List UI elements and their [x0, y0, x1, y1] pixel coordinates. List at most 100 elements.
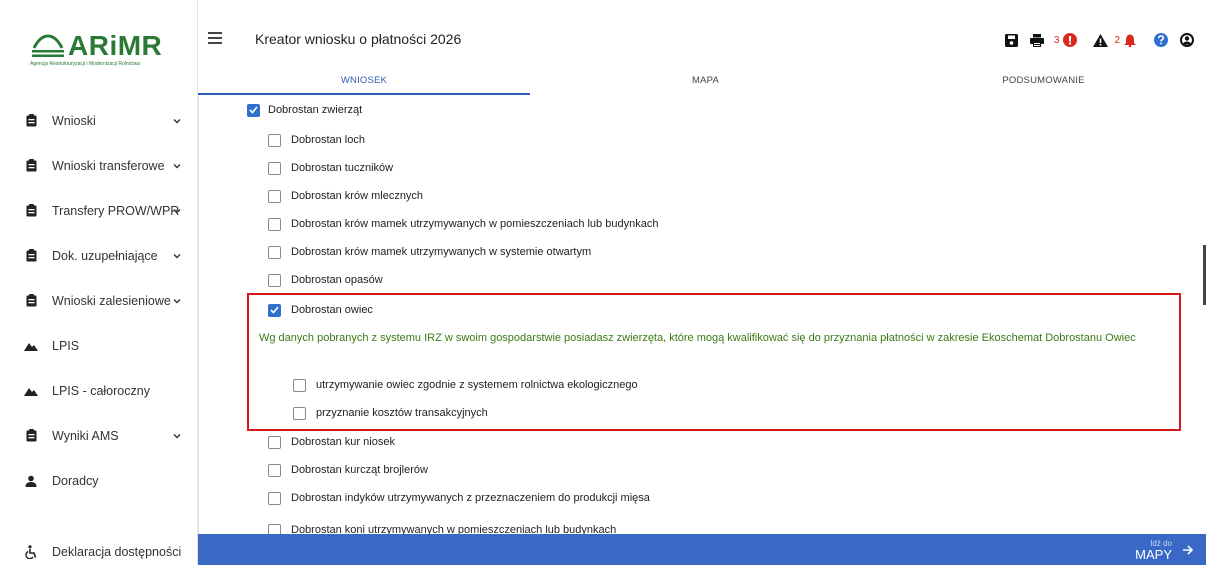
sidebar-item-label: Deklaracja dostępności	[52, 544, 182, 559]
checkbox-dobrostan-krow-mamek-pomieszczenia[interactable]	[268, 217, 281, 231]
tab-mapa[interactable]: MAPA	[530, 66, 881, 95]
form-scroll-area: Dobrostan zwierząt Dobrostan loch Dobros…	[198, 95, 1190, 534]
tab-bar: WNIOSEK MAPA PODSUMOWANIE	[198, 66, 1206, 95]
chevron-down-icon	[173, 118, 181, 123]
clipboard-icon	[24, 429, 38, 443]
toolbar: 3 2	[1004, 30, 1194, 50]
print-button[interactable]	[1029, 30, 1044, 50]
app-window: ARiMR Agencja Restrukturyzacji i Moderni…	[0, 0, 1206, 565]
accessibility-icon	[24, 544, 38, 559]
sidebar-item-wnioski-transferowe[interactable]: Wnioski transferowe	[0, 143, 198, 188]
scrollbar[interactable]	[1190, 95, 1206, 534]
checkbox-row[interactable]: Dobrostan indyków utrzymywanych z przezn…	[268, 489, 650, 507]
checkbox-label: utrzymywanie owiec zgodnie z systemem ro…	[316, 379, 638, 391]
page-title: Kreator wniosku o płatności 2026	[255, 31, 462, 47]
checkbox-dobrostan-loch[interactable]	[268, 133, 281, 147]
errors-button[interactable]: 3	[1054, 30, 1078, 50]
arrow-right-icon	[1183, 545, 1194, 555]
checkbox-row[interactable]: Dobrostan owiec	[268, 301, 373, 319]
checkbox-row[interactable]: przyznanie kosztów transakcyjnych	[293, 404, 488, 422]
checkbox-row[interactable]: Dobrostan koni utrzymywanych w pomieszcz…	[268, 521, 616, 534]
mountain-icon	[24, 384, 38, 398]
help-button[interactable]	[1154, 30, 1168, 50]
tab-wniosek[interactable]: WNIOSEK	[198, 66, 530, 95]
menu-icon[interactable]	[208, 32, 222, 44]
checkbox-dobrostan-kur-niosek[interactable]	[268, 435, 281, 449]
chevron-down-icon	[173, 208, 181, 213]
sidebar-item-label: LPIS - całoroczny	[52, 383, 150, 398]
checkbox-row[interactable]: Dobrostan kur niosek	[268, 433, 395, 451]
error-icon	[1063, 33, 1078, 47]
checkbox-dobrostan-opasow[interactable]	[268, 273, 281, 287]
sidebar-item-label: Wyniki AMS	[52, 428, 119, 443]
sidebar-item-wyniki-ams[interactable]: Wyniki AMS	[0, 413, 198, 458]
sidebar-item-label: Wnioski zalesieniowe	[52, 293, 171, 308]
sidebar-item-lpis-caloroczny[interactable]: LPIS - całoroczny	[0, 368, 198, 413]
warnings-count: 2	[1114, 34, 1120, 46]
checkbox-dobrostan-krow-mamek-otwarty[interactable]	[268, 245, 281, 259]
sidebar-item-wnioski[interactable]: Wnioski	[0, 98, 198, 143]
sidebar: ARiMR Agencja Restrukturyzacji i Moderni…	[0, 0, 198, 565]
checkbox-label: przyznanie kosztów transakcyjnych	[316, 407, 488, 419]
notifications-button[interactable]: 2	[1114, 30, 1136, 50]
clipboard-icon	[24, 114, 38, 128]
checkbox-row[interactable]: Dobrostan krów mamek utrzymywanych w pom…	[268, 215, 658, 233]
help-icon	[1154, 33, 1168, 47]
checkbox-dobrostan-owiec[interactable]	[268, 303, 281, 317]
go-to-map-button[interactable]: Idź do MAPY	[1135, 537, 1194, 563]
checkbox-dobrostan-kurczat-brojlerow[interactable]	[268, 463, 281, 477]
checkbox-row[interactable]: Dobrostan zwierząt	[247, 101, 362, 119]
sidebar-item-label: Wnioski	[52, 113, 96, 128]
chevron-down-icon	[173, 253, 181, 258]
form-content: Dobrostan zwierząt Dobrostan loch Dobros…	[198, 95, 1206, 534]
checkbox-dobrostan-koni[interactable]	[268, 523, 281, 534]
checkbox-label: Dobrostan owiec	[291, 304, 373, 316]
logo-subtitle: Agencja Restrukturyzacji i Modernizacji …	[30, 61, 141, 67]
sidebar-item-wnioski-zalesieniowe[interactable]: Wnioski zalesieniowe	[0, 278, 198, 323]
chevron-down-icon	[173, 298, 181, 303]
checkbox-row[interactable]: Dobrostan tuczników	[268, 159, 393, 177]
checkbox-row[interactable]: Dobrostan opasów	[268, 271, 383, 289]
checkbox-dobrostan-krow-mlecznych[interactable]	[268, 189, 281, 203]
checkbox-label: Dobrostan kur niosek	[291, 436, 395, 448]
save-button[interactable]	[1004, 30, 1018, 50]
sidebar-item-transfery[interactable]: Transfery PROW/WPR	[0, 188, 198, 233]
chevron-down-icon	[173, 163, 181, 168]
sidebar-item-dok-uzupelniajace[interactable]: Dok. uzupełniające	[0, 233, 198, 278]
sidebar-item-doradcy[interactable]: Doradcy	[0, 458, 198, 503]
chevron-down-icon	[173, 433, 181, 438]
go-to-target: MAPY	[1135, 546, 1172, 562]
checkbox-row[interactable]: Dobrostan kurcząt brojlerów	[268, 461, 428, 479]
info-message: Wg danych pobranych z systemu IRZ w swoi…	[259, 332, 1136, 344]
tab-podsumowanie[interactable]: PODSUMOWANIE	[881, 66, 1206, 95]
print-icon	[1029, 33, 1044, 47]
sidebar-item-label: Dok. uzupełniające	[52, 248, 158, 263]
arimr-logo[interactable]: ARiMR Agencja Restrukturyzacji i Moderni…	[30, 28, 180, 68]
sidebar-item-label: LPIS	[52, 338, 80, 353]
warning-button[interactable]	[1093, 30, 1109, 50]
checkbox-row[interactable]: Dobrostan loch	[268, 131, 365, 149]
checkbox-label: Dobrostan koni utrzymywanych w pomieszcz…	[291, 524, 617, 534]
account-button[interactable]	[1180, 30, 1194, 50]
checkbox-row[interactable]: utrzymywanie owiec zgodnie z systemem ro…	[293, 376, 638, 394]
clipboard-icon	[24, 249, 38, 263]
clipboard-icon	[24, 294, 38, 308]
errors-count: 3	[1053, 34, 1060, 46]
sidebar-item-deklaracja[interactable]: Deklaracja dostępności	[0, 538, 198, 565]
checkbox-koszty-transakcyjne[interactable]	[293, 406, 306, 420]
checkbox-dobrostan-indykow[interactable]	[268, 491, 281, 505]
checkbox-row[interactable]: Dobrostan krów mamek utrzymywanych w sys…	[268, 243, 591, 261]
sidebar-item-label: Transfery PROW/WPR	[52, 203, 180, 218]
checkbox-label: Dobrostan zwierząt	[268, 104, 363, 116]
checkbox-label: Dobrostan loch	[291, 134, 365, 146]
header: Kreator wniosku o płatności 2026 3 2 WNI…	[198, 0, 1206, 95]
sidebar-item-lpis[interactable]: LPIS	[0, 323, 198, 368]
sidebar-item-label: Wnioski transferowe	[52, 158, 165, 173]
checkbox-utrzymywanie-owiec-ekologiczne[interactable]	[293, 378, 306, 392]
checkbox-row[interactable]: Dobrostan krów mlecznych	[268, 187, 423, 205]
user-icon	[24, 474, 38, 488]
checkbox-dobrostan-tucznikow[interactable]	[268, 161, 281, 175]
bell-icon	[1124, 34, 1136, 47]
warning-icon	[1093, 33, 1109, 47]
checkbox-dobrostan-zwierzat[interactable]	[247, 103, 260, 117]
